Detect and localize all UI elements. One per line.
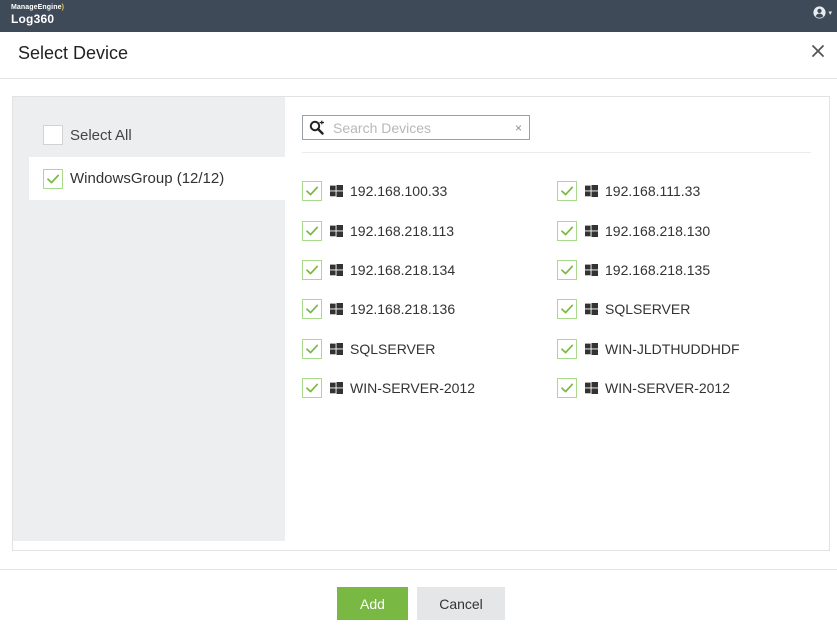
device-name: 192.168.218.134: [350, 262, 456, 278]
device-name: 192.168.218.135: [605, 262, 711, 278]
select-all-label: Select All: [70, 126, 132, 144]
footer-divider: [0, 569, 837, 570]
device-checkbox[interactable]: [557, 299, 577, 319]
check-icon: [561, 304, 574, 314]
device-item[interactable]: SQLSERVER: [302, 338, 435, 360]
windows-icon: [330, 185, 343, 197]
clear-search-icon[interactable]: ×: [515, 121, 522, 135]
sidebar-item-windowsgroup[interactable]: WindowsGroup (12/12): [29, 157, 285, 200]
device-checkbox[interactable]: [302, 299, 322, 319]
device-item[interactable]: 192.168.218.136: [302, 298, 455, 320]
windows-icon: [585, 185, 598, 197]
check-icon: [306, 265, 319, 275]
add-button[interactable]: Add: [337, 587, 408, 620]
device-item[interactable]: WIN-JLDTHUDDHDF: [557, 338, 740, 360]
device-item[interactable]: SQLSERVER: [557, 298, 690, 320]
device-checkbox[interactable]: [557, 181, 577, 201]
check-icon: [306, 226, 319, 236]
windows-icon: [330, 264, 343, 276]
device-name: WIN-SERVER-2012: [605, 380, 731, 396]
check-icon: [47, 174, 60, 183]
check-icon: [306, 344, 319, 354]
check-icon: [306, 383, 319, 393]
group-label: WindowsGroup (12/12): [70, 170, 225, 187]
brand-vendor: ManageEngine: [11, 4, 62, 11]
header-divider: [0, 78, 837, 79]
device-item[interactable]: WIN-SERVER-2012: [557, 377, 730, 399]
app-header: ManageEngine) Log360 ▾: [0, 0, 837, 32]
device-name: 192.168.218.113: [350, 223, 455, 239]
device-item[interactable]: 192.168.100.33: [302, 180, 447, 202]
device-checkbox[interactable]: [302, 260, 322, 280]
device-item[interactable]: 192.168.218.134: [302, 259, 455, 281]
device-checkbox[interactable]: [557, 260, 577, 280]
brand-product: Log360: [11, 12, 55, 26]
select-all-checkbox[interactable]: [43, 125, 63, 145]
select-all-option[interactable]: Select All: [43, 125, 132, 145]
cancel-button[interactable]: Cancel: [417, 587, 505, 620]
device-checkbox[interactable]: [302, 339, 322, 359]
check-icon: [561, 265, 574, 275]
windows-icon: [585, 382, 598, 394]
device-item[interactable]: 192.168.218.130: [557, 220, 710, 242]
check-icon: [561, 186, 574, 196]
check-icon: [561, 226, 574, 236]
device-name: 192.168.218.136: [350, 301, 456, 317]
device-item[interactable]: 192.168.218.135: [557, 259, 710, 281]
device-checkbox[interactable]: [557, 378, 577, 398]
check-icon: [306, 186, 319, 196]
close-icon: [812, 45, 824, 57]
search-divider: [302, 152, 811, 153]
check-icon: [561, 344, 574, 354]
windows-icon: [330, 303, 343, 315]
search-box: ×: [302, 115, 530, 140]
device-checkbox[interactable]: [302, 181, 322, 201]
check-icon: [561, 383, 574, 393]
windows-icon: [330, 343, 343, 355]
dialog-title: Select Device: [18, 43, 129, 63]
windows-icon: [330, 382, 343, 394]
windows-icon: [585, 303, 598, 315]
group-sidebar: Select All WindowsGroup (12/12): [13, 97, 285, 541]
user-menu[interactable]: ▾: [813, 6, 832, 19]
device-item[interactable]: 192.168.111.33: [557, 180, 700, 202]
user-circle-icon: [813, 6, 827, 19]
device-name: SQLSERVER: [605, 301, 691, 317]
windows-icon: [585, 343, 598, 355]
device-name: SQLSERVER: [350, 341, 436, 357]
device-name: WIN-SERVER-2012: [350, 380, 476, 396]
check-icon: [306, 304, 319, 314]
device-checkbox[interactable]: [557, 221, 577, 241]
device-checkbox[interactable]: [302, 378, 322, 398]
brand-swoosh: ): [61, 4, 65, 11]
device-selector-panel: Select All WindowsGroup (12/12) × 192.16…: [12, 96, 830, 551]
group-checkbox[interactable]: [43, 168, 63, 189]
search-icon: [309, 120, 324, 135]
brand-logo[interactable]: ManageEngine) Log360: [11, 4, 64, 25]
search-input[interactable]: [333, 119, 503, 136]
device-checkbox[interactable]: [302, 221, 322, 241]
device-name: 192.168.100.33: [350, 183, 448, 199]
device-name: WIN-JLDTHUDDHDF: [605, 341, 740, 357]
windows-icon: [330, 225, 343, 237]
windows-icon: [585, 225, 598, 237]
device-checkbox[interactable]: [557, 339, 577, 359]
device-item[interactable]: WIN-SERVER-2012: [302, 377, 475, 399]
windows-icon: [585, 264, 598, 276]
close-button[interactable]: [809, 42, 827, 60]
device-name: 192.168.111.33: [605, 183, 701, 199]
device-name: 192.168.218.130: [605, 223, 711, 239]
chevron-down-icon: ▾: [828, 9, 832, 17]
device-item[interactable]: 192.168.218.113: [302, 220, 454, 242]
